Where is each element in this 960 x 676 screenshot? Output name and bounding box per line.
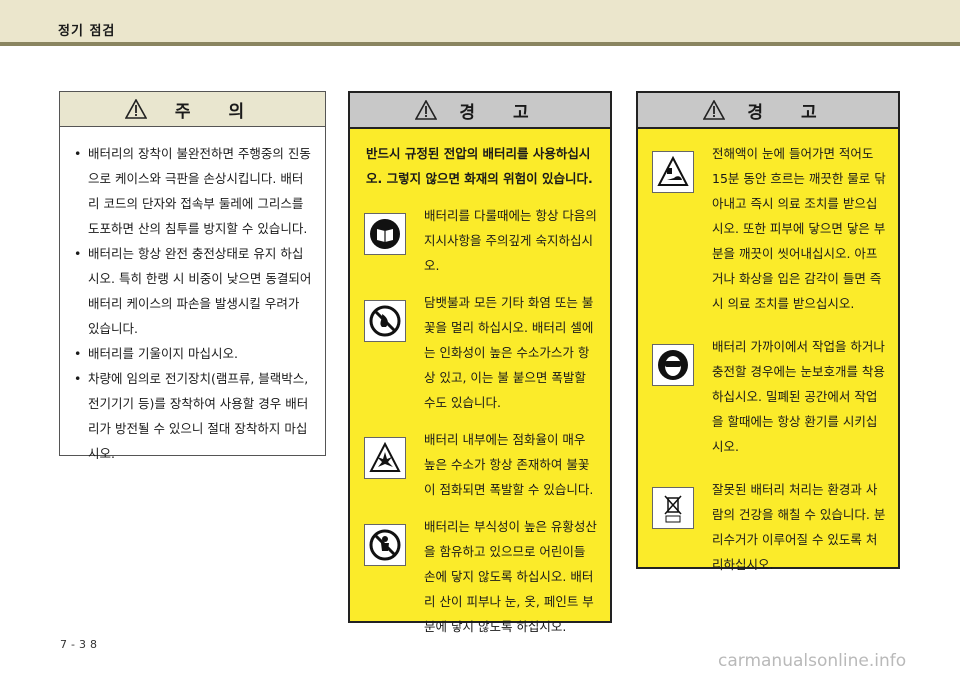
- caution-title: 주 의: [174, 101, 261, 122]
- warning-title: 경 고: [459, 102, 545, 123]
- warning-item: 배터리 내부에는 점화율이 매우 높은 수소가 항상 존재하여 불꽃이 점화되면…: [350, 427, 610, 502]
- warning-item-text: 배터리를 다룰때에는 항상 다음의 지시사항을 주의깊게 숙지하십시오.: [424, 208, 597, 273]
- warning-item: 전해액이 눈에 들어가면 적어도 15분 동안 흐르는 깨끗한 물로 닦아내고 …: [638, 141, 898, 316]
- manual-book-icon: [364, 213, 406, 255]
- recycle-pb-icon: [652, 487, 694, 529]
- warning-intro: 반드시 규정된 전압의 배터리를 사용하십시오. 그렇지 않으면 화재의 위험이…: [366, 146, 593, 186]
- warning-box-1: 경 고 반드시 규정된 전압의 배터리를 사용하십시오. 그렇지 않으면 화재의…: [348, 91, 612, 634]
- warning-item: 담뱃불과 모든 기타 화염 또는 불꽃을 멀리 하십시오. 배터리 셀에는 인화…: [350, 290, 610, 415]
- warning-triangle-icon: [415, 100, 438, 120]
- warning-item-text: 잘못된 배터리 처리는 환경과 사람의 건강을 해칠 수 있습니다. 분리수거가…: [712, 482, 886, 572]
- list-item: 차량에 임의로 전기장치(램프류, 블랙박스, 전기기기 등)를 장착하여 사용…: [74, 366, 313, 466]
- explosion-icon: [364, 437, 406, 479]
- warning-item: 배터리 가까이에서 작업을 하거나 충전할 경우에는 눈보호개를 착용하십시오.…: [638, 334, 898, 459]
- page-number: 7-38: [60, 638, 101, 651]
- header-rule: [0, 42, 960, 46]
- no-fire-icon: [364, 300, 406, 342]
- caution-list: 배터리의 장착이 불완전하면 주행중의 진동으로 케이스와 극판을 손상시킵니다…: [60, 127, 325, 466]
- acid-burn-icon: [652, 151, 694, 193]
- warning-item: 배터리는 부식성이 높은 유황성산을 함유하고 있으므로 어린이들 손에 닿지 …: [350, 514, 610, 639]
- warning-box-2: 경 고 전해액이 눈에 들어가면 적어도 15분 동안 흐르는 깨끗한 물로 닦…: [636, 91, 900, 572]
- warning-item: 잘못된 배터리 처리는 환경과 사람의 건강을 해칠 수 있습니다. 분리수거가…: [638, 477, 898, 577]
- warning-item-text: 전해액이 눈에 들어가면 적어도 15분 동안 흐르는 깨끗한 물로 닦아내고 …: [712, 146, 886, 311]
- warning-item-text: 담뱃불과 모든 기타 화염 또는 불꽃을 멀리 하십시오. 배터리 셀에는 인화…: [424, 295, 594, 410]
- warning-header: 경 고: [350, 93, 610, 129]
- warning-item-text: 배터리 가까이에서 작업을 하거나 충전할 경우에는 눈보호개를 착용하십시오.…: [712, 339, 885, 454]
- warning-triangle-icon: [703, 100, 726, 120]
- watermark: carmanualsonline.info: [718, 651, 907, 671]
- warning-header: 경 고: [638, 93, 898, 129]
- eye-protection-icon: [652, 344, 694, 386]
- list-item: 배터리의 장착이 불완전하면 주행중의 진동으로 케이스와 극판을 손상시킵니다…: [74, 141, 313, 241]
- list-item: 배터리는 항상 완전 충전상태로 유지 하십시오. 특히 한랭 시 비중이 낮으…: [74, 241, 313, 341]
- page-header: 정기 점검: [0, 0, 960, 46]
- list-item: 배터리를 기울이지 마십시오.: [74, 341, 313, 366]
- keep-away-children-icon: [364, 524, 406, 566]
- warning-triangle-icon: [124, 99, 147, 119]
- caution-box: 주 의 배터리의 장착이 불완전하면 주행중의 진동으로 케이스와 극판을 손상…: [59, 91, 326, 461]
- warning-title: 경 고: [747, 102, 833, 123]
- warning-item-text: 배터리는 부식성이 높은 유황성산을 함유하고 있으므로 어린이들 손에 닿지 …: [424, 519, 597, 634]
- warning-item-text: 배터리 내부에는 점화율이 매우 높은 수소가 항상 존재하여 불꽃이 점화되면…: [424, 432, 594, 497]
- warning-item: 배터리를 다룰때에는 항상 다음의 지시사항을 주의깊게 숙지하십시오.: [350, 203, 610, 278]
- caution-header: 주 의: [60, 92, 325, 127]
- section-title: 정기 점검: [58, 24, 116, 39]
